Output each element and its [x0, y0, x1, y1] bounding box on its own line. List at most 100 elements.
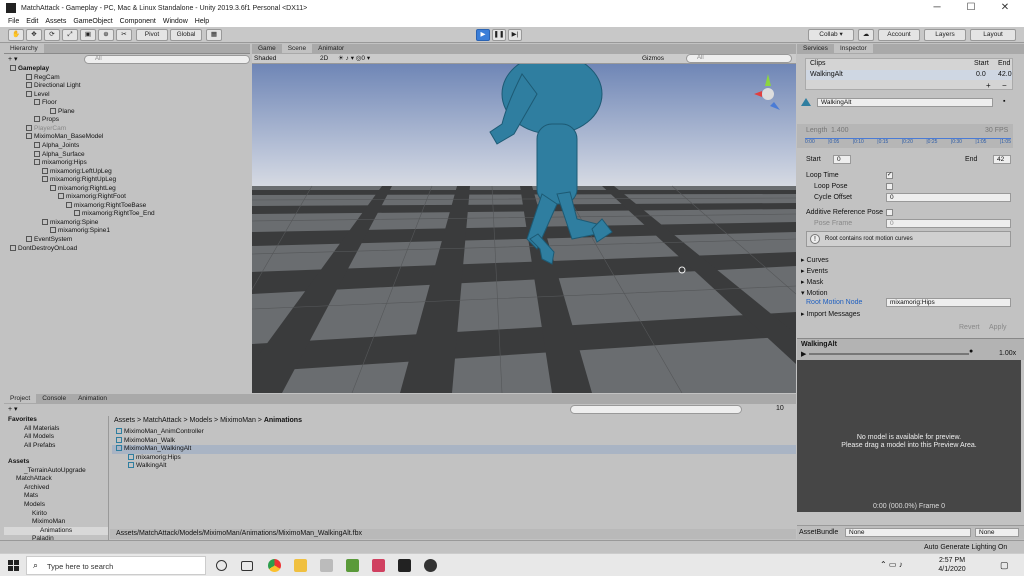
hierarchy-item[interactable]: Level [4, 90, 254, 100]
close-button[interactable]: ✕ [988, 0, 1022, 16]
collab-button[interactable]: Collab ▾ [808, 29, 854, 41]
app-icon-2[interactable] [346, 559, 359, 572]
root-motion-dropdown[interactable]: mixamorig:Hips [886, 298, 1011, 307]
hierarchy-item[interactable]: Alpha_Surface [4, 150, 254, 160]
section-curves[interactable]: ▸ Curves [801, 256, 829, 264]
hierarchy-item[interactable]: mixamorig:RightFoot [4, 193, 254, 202]
play-button[interactable]: ▶ [476, 29, 490, 41]
global-toggle[interactable]: Global [170, 29, 202, 41]
hierarchy-item[interactable]: mixamorig:Spine [4, 218, 254, 228]
variant-dropdown[interactable]: None [975, 528, 1019, 537]
custom-tool-icon[interactable]: ✂ [116, 29, 132, 41]
hierarchy-search[interactable]: All [84, 55, 250, 64]
tab-animator[interactable]: Animator [312, 44, 350, 53]
project-file[interactable]: MiximoMan_Walk [112, 436, 796, 446]
project-file[interactable]: MiximoMan_WalkingAlt [112, 445, 796, 454]
hierarchy-item[interactable]: mixamorig:RightToe_End [4, 210, 254, 219]
tab-project[interactable]: Project [4, 394, 37, 403]
loop-time-checkbox[interactable]: ✓ [886, 172, 893, 179]
preview-speed-knob[interactable]: ● [969, 348, 973, 355]
revert-button[interactable]: Revert [959, 324, 980, 331]
transform-tool-icon[interactable]: ⊕ [98, 29, 114, 41]
hierarchy-item[interactable]: Directional Light [4, 82, 254, 91]
preview-scrubber[interactable] [809, 353, 969, 355]
scene-viewport[interactable] [252, 64, 796, 393]
maximize-button[interactable]: ☐ [954, 0, 988, 16]
folder-item[interactable]: Mats [4, 492, 108, 501]
rect-tool-icon[interactable]: ▣ [80, 29, 96, 41]
menu-component[interactable]: Component [120, 18, 156, 25]
menu-assets[interactable]: Assets [45, 18, 66, 25]
end-field[interactable]: 42 [993, 155, 1011, 164]
folder-item[interactable]: All Prefabs [4, 442, 108, 451]
folder-item[interactable]: Models [4, 501, 108, 510]
move-tool-icon[interactable]: ✥ [26, 29, 42, 41]
section-motion[interactable]: ▾ Motion [801, 289, 827, 297]
app-icon-1[interactable] [320, 559, 333, 572]
folder-item[interactable]: All Materials [4, 425, 108, 434]
folder-item[interactable]: Kirito [4, 510, 108, 519]
hierarchy-item[interactable]: Gameplay [4, 65, 254, 74]
project-search[interactable] [570, 405, 742, 414]
breadcrumb-item[interactable]: MiximoMan [220, 417, 256, 424]
loop-pose-checkbox[interactable] [886, 183, 893, 190]
hierarchy-item[interactable]: PlayerCam [4, 124, 254, 134]
pause-button[interactable]: ❚❚ [492, 29, 506, 41]
hierarchy-item[interactable]: mixamorig:RightToeBase [4, 201, 254, 211]
cycle-offset-field[interactable]: 0 [886, 193, 1011, 202]
tab-animation[interactable]: Animation [72, 394, 113, 403]
menu-help[interactable]: Help [195, 18, 209, 25]
preview-play-icon[interactable]: ▶ [801, 350, 806, 358]
pivot-toggle[interactable]: Pivot [136, 29, 168, 41]
breadcrumb-item[interactable]: Animations [264, 417, 302, 424]
shading-dropdown[interactable]: Shaded [254, 54, 316, 63]
layers-dropdown[interactable]: Layers [924, 29, 966, 41]
notifications-icon[interactable]: ▢ [1000, 560, 1009, 571]
hierarchy-item[interactable]: mixamorig:Hips [4, 159, 254, 168]
remove-clip-button[interactable]: − [1002, 81, 1007, 90]
preview-area[interactable]: No model is available for preview. Pleas… [797, 360, 1021, 512]
taskbar-search-box[interactable]: ⌕ Type here to search [26, 556, 206, 575]
breadcrumb-item[interactable]: MatchAttack [143, 417, 182, 424]
project-create-dropdown[interactable]: + ▾ [8, 405, 18, 413]
project-splitter[interactable] [108, 416, 109, 540]
project-file[interactable]: MiximoMan_AnimController [112, 428, 796, 437]
chrome-icon[interactable] [268, 559, 281, 572]
tab-console[interactable]: Console [36, 394, 72, 403]
folder-item[interactable]: _TerrainAutoUpgrade [4, 467, 108, 476]
scale-tool-icon[interactable]: ⤢ [62, 29, 78, 41]
tab-game[interactable]: Game [252, 44, 282, 53]
folder-item[interactable]: MatchAttack [4, 475, 108, 484]
unity-editor-icon[interactable] [424, 559, 437, 572]
hierarchy-item[interactable]: mixamorig:RightLeg [4, 184, 254, 194]
lighting-icon[interactable]: ☀ ♪ ▾ ◎0 ▾ [338, 54, 370, 63]
hierarchy-item[interactable]: mixamorig:Spine1 [4, 227, 254, 236]
account-dropdown[interactable]: Account [878, 29, 920, 41]
snap-icon[interactable]: ▦ [206, 29, 222, 41]
hand-tool-icon[interactable]: ✋ [8, 29, 24, 41]
cortana-icon[interactable] [216, 560, 227, 571]
hierarchy-item[interactable]: Props [4, 116, 254, 125]
hierarchy-item[interactable]: Floor [4, 99, 254, 108]
layout-dropdown[interactable]: Layout [970, 29, 1016, 41]
folder-item[interactable]: MiximoMan [4, 518, 108, 527]
hierarchy-item[interactable]: DontDestroyOnLoad [4, 244, 254, 254]
tab-hierarchy[interactable]: Hierarchy [4, 44, 44, 53]
project-file[interactable]: WalkingAlt [112, 462, 796, 471]
menu-gameobject[interactable]: GameObject [73, 18, 112, 25]
breadcrumb-item[interactable]: Models [190, 417, 213, 424]
rotate-tool-icon[interactable]: ⟳ [44, 29, 60, 41]
section-mask[interactable]: ▸ Mask [801, 278, 823, 286]
hierarchy-item[interactable]: mixamorig:LeftUpLeg [4, 167, 254, 177]
cloud-icon[interactable]: ☁ [858, 29, 874, 41]
folder-item[interactable]: Animations [4, 526, 108, 536]
hierarchy-item[interactable]: Alpha_Joints [4, 141, 254, 151]
clock-time[interactable]: 2:57 PM [938, 557, 966, 564]
timeline-area[interactable]: Length 1.400 30 FPS 0:00 |0:05 |0:10 |0:15 |… [797, 124, 1013, 148]
gizmos-dropdown[interactable]: Gizmos [642, 54, 664, 63]
section-import-messages[interactable]: ▸ Import Messages [801, 310, 860, 318]
breadcrumb-item[interactable]: Assets [114, 417, 135, 424]
menu-file[interactable]: File [8, 18, 19, 25]
minimize-button[interactable]: ─ [920, 0, 954, 16]
folder-item[interactable]: Favorites [4, 416, 108, 425]
